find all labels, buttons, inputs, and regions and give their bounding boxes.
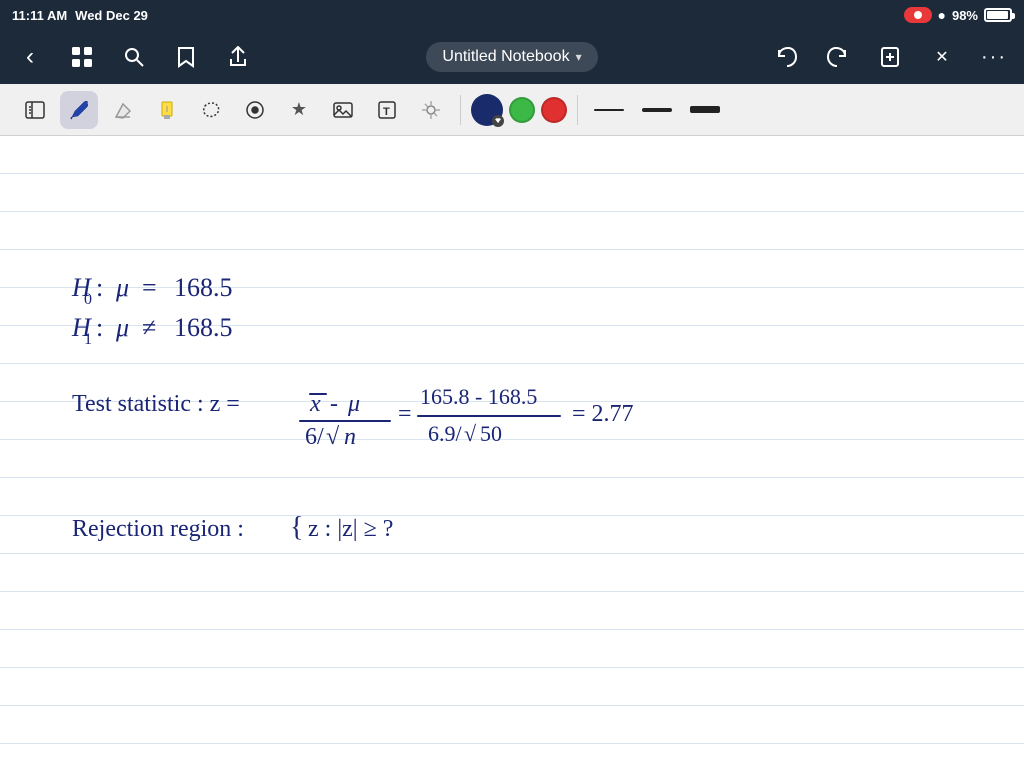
- pen-tool-button[interactable]: [60, 91, 98, 129]
- notebook-title: Untitled Notebook: [442, 48, 569, 66]
- close-button[interactable]: ✕: [924, 39, 960, 75]
- add-page-button[interactable]: [872, 39, 908, 75]
- svg-text:μ: μ: [347, 391, 360, 417]
- svg-text:=: =: [142, 273, 157, 302]
- handwritten-content: H 0 : μ = 168.5 H 1 : μ ≠ 168.5 Test sta…: [0, 136, 1024, 768]
- svg-text:165.8 - 168.5: 165.8 - 168.5: [420, 384, 537, 409]
- bookmark-button[interactable]: [168, 39, 204, 75]
- stroke-thin-button[interactable]: [588, 105, 630, 115]
- svg-text:√: √: [326, 424, 340, 450]
- shape-tool-button[interactable]: [236, 91, 274, 129]
- back-button[interactable]: ‹: [12, 39, 48, 75]
- svg-text:Rejection region :: Rejection region :: [72, 516, 244, 542]
- svg-text:6/: 6/: [305, 424, 324, 450]
- date-display: Wed Dec 29: [75, 8, 148, 23]
- notebook-title-button[interactable]: Untitled Notebook ▾: [426, 42, 597, 72]
- search-button[interactable]: [116, 39, 152, 75]
- svg-text:μ: μ: [115, 273, 129, 302]
- svg-text:T: T: [383, 106, 390, 118]
- svg-text:μ: μ: [115, 313, 129, 342]
- status-bar: 11:11 AM Wed Dec 29 ● 98%: [0, 0, 1024, 30]
- svg-text:z : |z| ≥ ?: z : |z| ≥ ?: [308, 516, 393, 542]
- svg-text:= 2.77: = 2.77: [572, 401, 634, 427]
- eraser-tool-button[interactable]: [104, 91, 142, 129]
- svg-text:=: =: [398, 401, 412, 427]
- color-red-button[interactable]: [541, 97, 567, 123]
- svg-text:50: 50: [480, 421, 502, 446]
- svg-text::: :: [96, 273, 103, 302]
- battery-percent: 98%: [952, 8, 978, 23]
- redo-button[interactable]: [820, 39, 856, 75]
- svg-text::: :: [96, 313, 103, 342]
- svg-text:-: -: [330, 391, 338, 417]
- svg-text:√: √: [464, 421, 477, 446]
- lasso-tool-button[interactable]: [192, 91, 230, 129]
- title-chevron-icon: ▾: [576, 50, 582, 64]
- battery-icon: [984, 8, 1012, 22]
- panel-toggle-button[interactable]: [16, 91, 54, 129]
- toolbar-separator-2: [577, 95, 578, 125]
- color-green-button[interactable]: [509, 97, 535, 123]
- nav-bar: ‹ Unti: [0, 30, 1024, 84]
- svg-text:168.5: 168.5: [174, 313, 233, 342]
- laser-tool-button[interactable]: [412, 91, 450, 129]
- apps-button[interactable]: [64, 39, 100, 75]
- svg-text:{: {: [290, 512, 303, 543]
- toolbar-separator-1: [460, 95, 461, 125]
- svg-text:168.5: 168.5: [174, 273, 233, 302]
- svg-text:≠: ≠: [142, 313, 156, 342]
- svg-text:1: 1: [84, 331, 92, 348]
- svg-text:n: n: [344, 424, 356, 450]
- svg-text:0: 0: [84, 291, 92, 308]
- more-options-button[interactable]: ···: [976, 39, 1012, 75]
- text-tool-button[interactable]: T: [368, 91, 406, 129]
- stroke-thick-button[interactable]: [684, 102, 726, 117]
- time-display: 11:11 AM: [12, 8, 67, 23]
- canvas-area[interactable]: H 0 : μ = 168.5 H 1 : μ ≠ 168.5 Test sta…: [0, 136, 1024, 768]
- color-dropdown-button[interactable]: [471, 94, 503, 126]
- wifi-icon: ●: [938, 7, 946, 23]
- star-tool-button[interactable]: ★: [280, 91, 318, 129]
- svg-text:Test statistic : z =: Test statistic : z =: [72, 391, 240, 417]
- undo-button[interactable]: [768, 39, 804, 75]
- recording-indicator: [904, 7, 932, 23]
- stroke-medium-button[interactable]: [636, 104, 678, 116]
- svg-text:6.9/: 6.9/: [428, 421, 463, 446]
- image-tool-button[interactable]: [324, 91, 362, 129]
- toolbar: ★ T: [0, 84, 1024, 136]
- highlighter-tool-button[interactable]: [148, 91, 186, 129]
- share-button[interactable]: [220, 39, 256, 75]
